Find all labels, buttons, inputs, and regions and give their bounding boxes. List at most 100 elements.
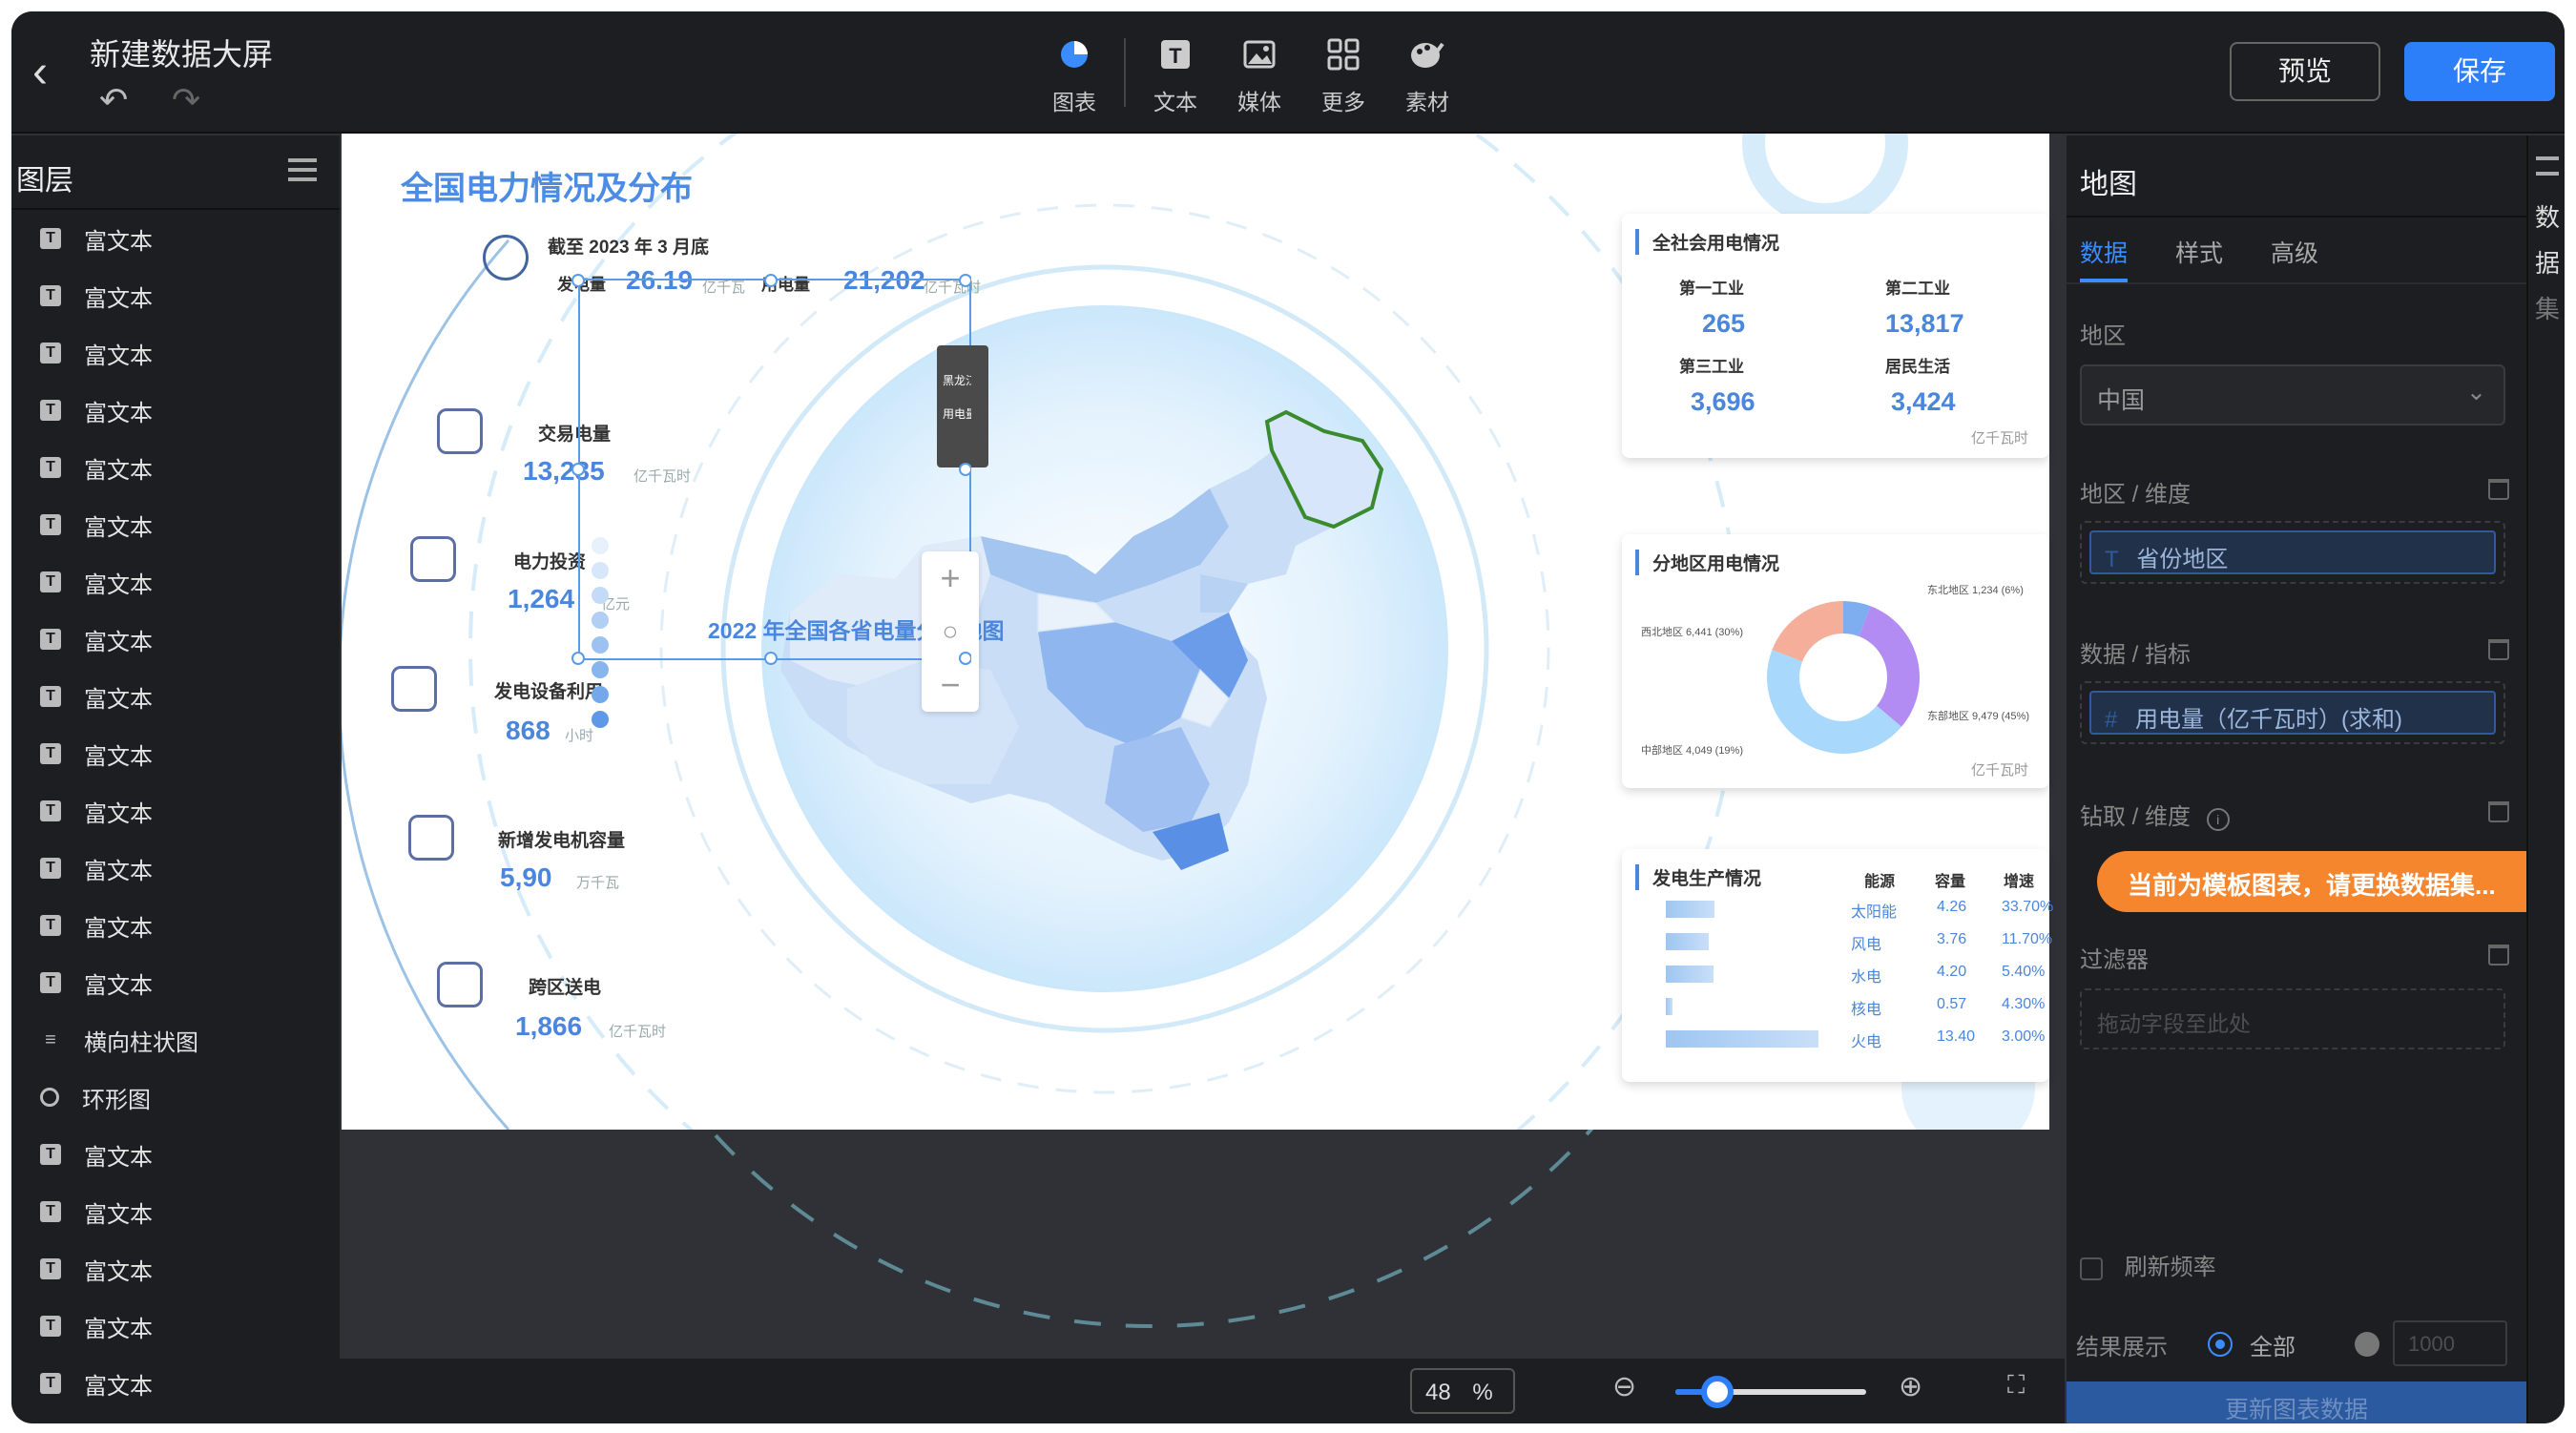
- donut-slice[interactable]: [1772, 601, 1843, 662]
- layer-item[interactable]: T 富文本: [11, 1126, 340, 1183]
- layers-header: 图层: [11, 135, 340, 210]
- layer-item[interactable]: T 富文本: [11, 210, 340, 267]
- refresh-checkbox[interactable]: [2080, 1256, 2103, 1280]
- production-bar[interactable]: [1666, 901, 1714, 918]
- back-icon[interactable]: ‹: [32, 50, 78, 97]
- menu-icon[interactable]: [288, 158, 317, 181]
- tool-material[interactable]: 素材: [1385, 29, 1469, 124]
- society-value-2: 13,817: [1885, 309, 1964, 338]
- text-layer-icon: T: [40, 457, 61, 478]
- preview-button[interactable]: 预览: [2230, 42, 2380, 101]
- layer-item[interactable]: T 富文本: [11, 439, 340, 496]
- zoom-slider-knob[interactable]: [1701, 1376, 1734, 1408]
- tool-media[interactable]: 媒体: [1217, 29, 1301, 124]
- layer-label: 富文本: [84, 629, 153, 655]
- tool-text-label: 文本: [1153, 90, 1197, 114]
- map-zoom-out-icon[interactable]: −: [922, 658, 979, 712]
- text-layer-icon: T: [40, 285, 61, 306]
- filter-label: 过滤器: [2080, 947, 2149, 973]
- dimension-chip-label: 省份地区: [2136, 547, 2229, 572]
- info-icon[interactable]: i: [2206, 808, 2230, 831]
- dataset-menu-icon[interactable]: [2536, 156, 2559, 176]
- layer-item[interactable]: T 富文本: [11, 611, 340, 668]
- tool-media-label: 媒体: [1237, 90, 1281, 114]
- tab-advanced[interactable]: 高级: [2271, 235, 2318, 282]
- layer-label: 富文本: [84, 800, 153, 827]
- tab-style[interactable]: 样式: [2175, 235, 2223, 282]
- society-label-4: 居民生活: [1885, 358, 1950, 376]
- layer-item[interactable]: 环形图: [11, 1069, 340, 1126]
- layer-item[interactable]: T 富文本: [11, 840, 340, 897]
- filter-delete-icon[interactable]: [2488, 945, 2509, 966]
- tab-data[interactable]: 数据: [2080, 235, 2129, 282]
- society-value-1: 265: [1702, 309, 1746, 338]
- layer-label: 富文本: [84, 1316, 153, 1342]
- tool-text[interactable]: T 文本: [1133, 29, 1217, 124]
- dataset-label-2: 据: [2534, 249, 2560, 278]
- region-donut-chart[interactable]: 东北地区 1,234 (6%) 西北地区 6,441 (30%) 东部地区 9,47…: [1622, 534, 2049, 788]
- save-button[interactable]: 保存: [2404, 42, 2555, 101]
- layer-item[interactable]: T 富文本: [11, 496, 340, 553]
- layer-item[interactable]: T 富文本: [11, 1355, 340, 1412]
- zoom-in-icon[interactable]: ⊕: [1899, 1370, 1922, 1403]
- dimension-dropzone[interactable]: T 省份地区: [2080, 521, 2505, 584]
- dataset-label-1: 数: [2534, 203, 2560, 232]
- production-cell: 太阳能: [1851, 904, 1898, 921]
- layer-item[interactable]: T 富文本: [11, 725, 340, 782]
- layer-item[interactable]: T 富文本: [11, 267, 340, 324]
- zoom-out-icon[interactable]: ⊖: [1612, 1370, 1636, 1403]
- tool-more[interactable]: 更多: [1301, 29, 1385, 124]
- dataset-strip[interactable]: 数 据 集: [2526, 135, 2565, 1423]
- production-bar[interactable]: [1666, 998, 1672, 1015]
- metric-dropzone[interactable]: # 用电量（亿千瓦时）(求和): [2080, 681, 2505, 744]
- dimension-chip[interactable]: T 省份地区: [2089, 530, 2496, 574]
- production-card[interactable]: 发电生产情况 能源 容量 增速 太阳能 4.26 33.70% 风电 3.76 11.70% 水电…: [1622, 849, 2053, 1082]
- layer-item[interactable]: T 富文本: [11, 553, 340, 611]
- region-card[interactable]: 分地区用电情况 东北地区 1,234 (6%) 西北地区 6,441 (30%) 东…: [1622, 534, 2049, 788]
- layer-item[interactable]: ≡ 横向柱状图: [11, 1011, 340, 1069]
- tool-chart[interactable]: 图表: [1032, 29, 1116, 124]
- filter-dropzone[interactable]: 拖动字段至此处: [2080, 988, 2505, 1049]
- layer-item[interactable]: T 富文本: [11, 382, 340, 439]
- region-select[interactable]: 中国 ⌄: [2080, 364, 2505, 426]
- layer-item[interactable]: T 富文本: [11, 954, 340, 1011]
- undo-icon[interactable]: ↶: [99, 80, 128, 120]
- production-cell: 核电: [1851, 1002, 1882, 1018]
- text-layer-icon: T: [40, 571, 61, 592]
- metric-chip[interactable]: # 用电量（亿千瓦时）(求和): [2089, 691, 2496, 735]
- dimension-delete-icon[interactable]: [2488, 479, 2509, 500]
- text-layer-icon: T: [40, 514, 61, 535]
- fit-screen-icon[interactable]: ⛶: [2007, 1370, 2025, 1401]
- selection-handles[interactable]: [571, 273, 971, 666]
- screen-name[interactable]: 新建数据大屏: [90, 31, 273, 74]
- donut-label: 东部地区 9,479 (45%): [1927, 709, 2029, 722]
- stat-value: 1,264: [508, 584, 575, 613]
- layer-item[interactable]: T 富文本: [11, 324, 340, 382]
- layer-item[interactable]: T 富文本: [11, 1298, 340, 1355]
- production-bar[interactable]: [1666, 933, 1709, 950]
- society-card[interactable]: 全社会用电情况 第一工业 第二工业 265 13,817 第三工业 居民生活 3…: [1622, 214, 2049, 458]
- zoom-slider[interactable]: [1675, 1376, 1866, 1408]
- layers-title: 图层: [16, 165, 73, 197]
- layer-item[interactable]: T 富文本: [11, 668, 340, 725]
- donut-slice[interactable]: [1859, 606, 1920, 727]
- toolbar-divider: [1124, 38, 1126, 107]
- metric-delete-icon[interactable]: [2488, 639, 2509, 660]
- drill-delete-icon[interactable]: [2488, 801, 2509, 822]
- layer-item[interactable]: T 富文本: [11, 782, 340, 840]
- production-bar[interactable]: [1666, 1030, 1818, 1048]
- generator-icon: [408, 815, 454, 861]
- text-icon: T: [1157, 36, 1194, 73]
- layer-item[interactable]: T 富文本: [11, 1240, 340, 1298]
- result-count-input[interactable]: 1000: [2393, 1320, 2507, 1366]
- result-all-radio[interactable]: [2208, 1332, 2233, 1357]
- redo-icon[interactable]: ↷: [172, 80, 200, 120]
- layer-item[interactable]: T 富文本: [11, 1183, 340, 1240]
- production-bar[interactable]: [1666, 966, 1714, 983]
- layer-item[interactable]: T 富文本: [11, 897, 340, 954]
- update-chart-button[interactable]: 更新图表数据: [2067, 1381, 2526, 1423]
- result-count-radio[interactable]: [2355, 1332, 2379, 1357]
- production-header: 容量: [1935, 874, 1966, 890]
- layer-label: 富文本: [84, 972, 153, 999]
- zoom-input[interactable]: 48 %: [1410, 1368, 1515, 1414]
